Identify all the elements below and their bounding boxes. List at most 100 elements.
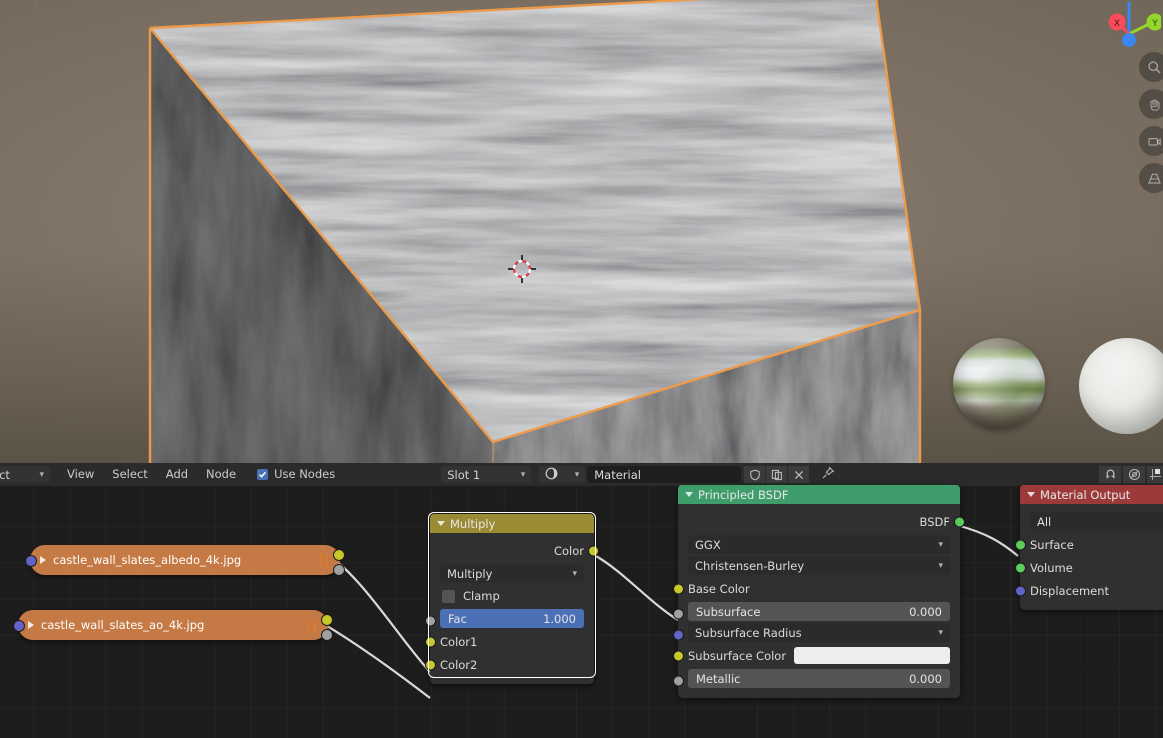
menu-view[interactable]: View <box>58 463 103 486</box>
editor-mode-dropdown[interactable]: ect ▾ <box>0 466 50 483</box>
material-slot-dropdown[interactable]: Slot 1 ▾ <box>441 466 532 483</box>
expand-triangle-icon[interactable] <box>40 556 46 564</box>
gizmo-axis-z-neg <box>1122 33 1136 47</box>
principled-bsdf-node[interactable]: Principled BSDF BSDF GGX ▾ Christensen-B… <box>673 485 965 698</box>
viewport-tool-buttons[interactable] <box>1139 52 1163 193</box>
mix-rgb-node[interactable]: Multiply Color Multiply ▾ Clamp Fac 1.00… <box>425 514 599 684</box>
node-grip-icon: || <box>318 552 330 568</box>
alpha-output-socket[interactable] <box>321 629 333 641</box>
fac-slider[interactable]: Fac 1.000 <box>440 609 584 628</box>
node-editor-header[interactable]: ect ▾ View Select Add Node Use Nodes Slo… <box>0 463 1163 486</box>
displacement-input-socket[interactable] <box>1015 585 1026 596</box>
node-title: castle_wall_slates_albedo_4k.jpg <box>53 553 242 567</box>
surface-input-socket[interactable] <box>1015 539 1026 550</box>
blend-mode-dropdown[interactable]: Multiply ▾ <box>440 564 584 583</box>
color-output-socket[interactable] <box>321 614 333 626</box>
gizmo-x-label: X <box>1114 19 1120 29</box>
grid-perspective-icon[interactable] <box>1139 163 1163 193</box>
copy-icon[interactable] <box>766 466 788 483</box>
clamp-checkbox-row[interactable]: Clamp <box>430 585 594 607</box>
subsurface-color-swatch[interactable] <box>794 647 950 664</box>
color1-input-socket[interactable] <box>425 636 436 647</box>
editor-mode-label: ect <box>0 467 10 482</box>
hand-icon[interactable] <box>1139 89 1163 119</box>
node-header[interactable]: Principled BSDF <box>678 485 960 504</box>
cut-off-panel-edge <box>0 0 37 9</box>
distribution-dropdown[interactable]: GGX ▾ <box>688 535 950 554</box>
hdri-chrome-sphere <box>953 338 1045 430</box>
material-name-field[interactable]: Material <box>587 466 742 483</box>
collapse-triangle-icon[interactable] <box>1027 492 1035 497</box>
input-value: 0.000 <box>909 671 942 686</box>
node-input-row-color1: Color1 <box>425 630 594 653</box>
x-icon[interactable] <box>788 466 810 483</box>
node-input-row-subsurface-color: Subsurface Color <box>673 644 960 667</box>
vector-input-socket[interactable] <box>13 620 25 632</box>
color-output-socket[interactable] <box>333 549 345 561</box>
menu-select[interactable]: Select <box>103 463 156 486</box>
overlay-icon[interactable] <box>1147 466 1163 483</box>
material-slot-label: Slot 1 <box>447 467 481 482</box>
camera-icon[interactable] <box>1139 126 1163 156</box>
node-input-row-surface: Surface <box>1015 533 1163 556</box>
color2-input-socket[interactable] <box>425 659 436 670</box>
image-texture-node-albedo[interactable]: castle_wall_slates_albedo_4k.jpg || <box>25 545 345 576</box>
subsurface-color-input-socket[interactable] <box>673 650 684 661</box>
chevron-down-icon: ▾ <box>572 568 577 579</box>
fac-label: Fac <box>448 611 467 626</box>
subsurface-slider[interactable]: Subsurface 0.000 <box>688 602 950 621</box>
input-label: Subsurface Radius <box>695 625 802 640</box>
subsurface-method-dropdown[interactable]: Christensen-Burley ▾ <box>688 556 950 575</box>
pin-icon[interactable] <box>821 465 835 484</box>
image-texture-node-ao[interactable]: castle_wall_slates_ao_4k.jpg || <box>13 610 333 641</box>
fac-input-socket[interactable] <box>425 615 436 627</box>
material-browse-button[interactable]: ▾ <box>539 466 586 483</box>
magnifier-icon[interactable] <box>1139 52 1163 82</box>
node-input-row-volume: Volume <box>1015 556 1163 579</box>
subsurface-radius-input-socket[interactable] <box>673 629 684 641</box>
collapse-triangle-icon[interactable] <box>437 521 445 526</box>
output-label: BSDF <box>919 514 950 529</box>
node-header[interactable]: Multiply <box>430 514 594 533</box>
vector-input-socket[interactable] <box>25 555 37 567</box>
bsdf-output-socket[interactable] <box>954 516 965 527</box>
material-output-node[interactable]: Material Output All ▾ Surface Volume Dis <box>1015 485 1163 610</box>
base-color-input-socket[interactable] <box>673 583 684 594</box>
node-title: Multiply <box>450 516 496 531</box>
color-output-socket[interactable] <box>588 545 599 556</box>
checkbox-unchecked-icon[interactable] <box>442 589 455 603</box>
node-input-row-displacement: Displacement <box>1015 579 1163 602</box>
input-label: Volume <box>1030 560 1073 575</box>
node-body: Color Multiply ▾ Clamp Fac 1.000 Color1 … <box>425 533 599 684</box>
menu-node[interactable]: Node <box>197 463 245 486</box>
chevron-down-icon: ▾ <box>938 627 943 638</box>
expand-triangle-icon[interactable] <box>28 621 34 629</box>
3d-viewport[interactable]: X Y <box>0 0 1163 463</box>
input-label: Metallic <box>696 671 741 686</box>
metallic-input-socket[interactable] <box>673 675 684 687</box>
material-name-value: Material <box>594 467 641 482</box>
shader-node-editor[interactable]: ect ▾ View Select Add Node Use Nodes Slo… <box>0 463 1163 738</box>
subsurface-radius-dropdown[interactable]: Subsurface Radius ▾ <box>688 623 950 642</box>
blend-mode-value: Multiply <box>447 566 493 581</box>
metallic-slider[interactable]: Metallic 0.000 <box>688 669 950 688</box>
menu-add[interactable]: Add <box>157 463 197 486</box>
render-target-dropdown[interactable]: All ▾ <box>1030 512 1163 531</box>
textured-cube[interactable] <box>145 0 935 463</box>
input-label: Subsurface <box>696 604 761 619</box>
node-title: castle_wall_slates_ao_4k.jpg <box>41 618 205 632</box>
subsurface-input-socket[interactable] <box>673 608 684 620</box>
magnet-icon[interactable] <box>1099 466 1121 483</box>
volume-input-socket[interactable] <box>1015 562 1026 573</box>
use-nodes-toggle[interactable]: Use Nodes <box>257 463 335 486</box>
node-output-row-bsdf: BSDF <box>678 510 965 533</box>
output-label: Color <box>553 543 584 558</box>
chevron-down-icon: ▾ <box>938 539 943 550</box>
shield-icon[interactable] <box>744 466 766 483</box>
node-title: Material Output <box>1040 487 1131 502</box>
collapse-triangle-icon[interactable] <box>685 492 693 497</box>
proportional-circle-icon[interactable] <box>1123 466 1145 483</box>
node-header[interactable]: Material Output <box>1020 485 1163 504</box>
gizmo-y-label: Y <box>1151 19 1158 29</box>
alpha-output-socket[interactable] <box>333 564 345 576</box>
